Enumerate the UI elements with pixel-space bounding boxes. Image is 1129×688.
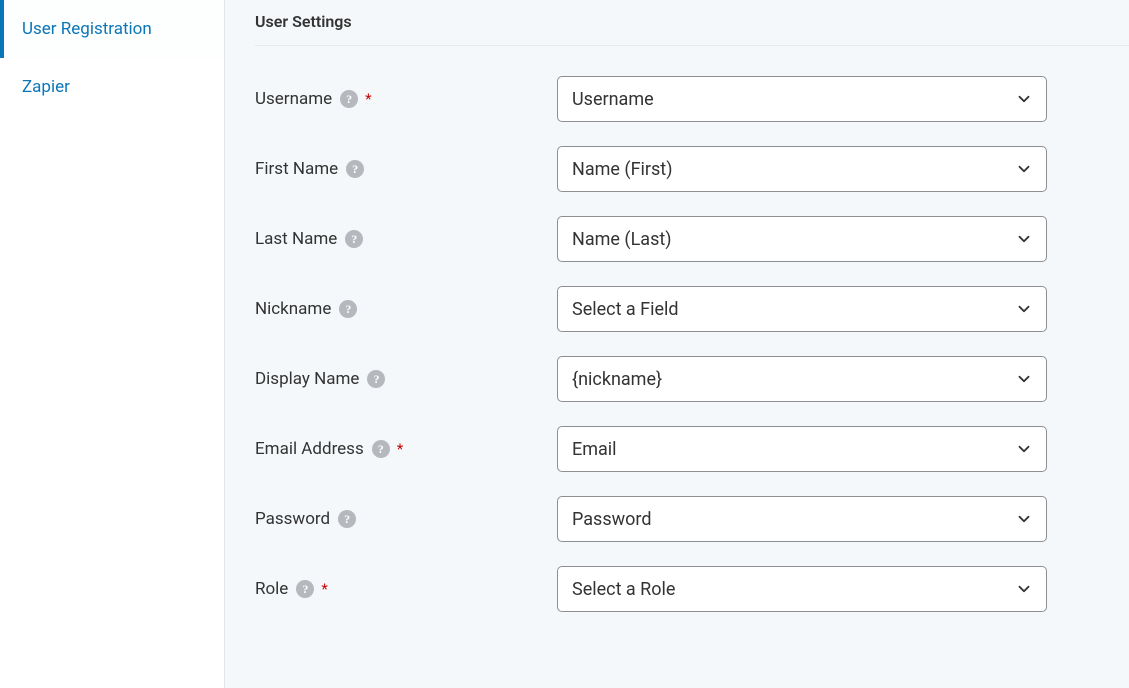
select-value: {nickname} [572, 369, 662, 390]
required-asterisk: * [321, 580, 327, 598]
field-label: Last Name [255, 229, 337, 249]
sidebar-item-label: User Registration [22, 19, 152, 39]
field-row-display-name: Display Name ? {nickname} [255, 356, 1129, 402]
section-title: User Settings [255, 10, 1129, 46]
select-value: Name (First) [572, 159, 672, 180]
help-icon[interactable]: ? [367, 370, 385, 388]
field-label: Password [255, 509, 330, 529]
help-icon[interactable]: ? [346, 160, 364, 178]
select-password[interactable]: Password [557, 496, 1047, 542]
select-email-address[interactable]: Email [557, 426, 1047, 472]
required-asterisk: * [397, 440, 403, 458]
select-box: Select a Role [557, 566, 1047, 612]
field-row-last-name: Last Name ? Name (Last) [255, 216, 1129, 262]
help-icon[interactable]: ? [372, 440, 390, 458]
field-label-wrap: Display Name ? [255, 369, 557, 389]
field-label: Email Address [255, 439, 364, 459]
field-label-wrap: Role ? * [255, 579, 557, 599]
field-label: Username [255, 89, 332, 109]
select-first-name[interactable]: Name (First) [557, 146, 1047, 192]
select-value: Select a Role [572, 579, 675, 600]
field-label-wrap: Last Name ? [255, 229, 557, 249]
sidebar-item-label: Zapier [22, 77, 70, 97]
help-icon[interactable]: ? [296, 580, 314, 598]
app-layout: User Registration Zapier User Settings U… [0, 0, 1129, 688]
sidebar-item-zapier[interactable]: Zapier [0, 58, 224, 116]
select-display-name[interactable]: {nickname} [557, 356, 1047, 402]
select-last-name[interactable]: Name (Last) [557, 216, 1047, 262]
select-value: Name (Last) [572, 229, 672, 250]
field-row-nickname: Nickname ? Select a Field [255, 286, 1129, 332]
select-box: Name (Last) [557, 216, 1047, 262]
field-label-wrap: First Name ? [255, 159, 557, 179]
help-icon[interactable]: ? [345, 230, 363, 248]
select-box: {nickname} [557, 356, 1047, 402]
field-label-wrap: Email Address ? * [255, 439, 557, 459]
select-box: Select a Field [557, 286, 1047, 332]
field-row-role: Role ? * Select a Role [255, 566, 1129, 612]
select-box: Password [557, 496, 1047, 542]
field-label: Nickname [255, 299, 331, 319]
field-label-wrap: Password ? [255, 509, 557, 529]
help-icon[interactable]: ? [339, 300, 357, 318]
help-icon[interactable]: ? [340, 90, 358, 108]
field-row-first-name: First Name ? Name (First) [255, 146, 1129, 192]
select-value: Username [572, 89, 654, 110]
select-username[interactable]: Username [557, 76, 1047, 122]
select-nickname[interactable]: Select a Field [557, 286, 1047, 332]
required-asterisk: * [365, 90, 371, 108]
help-icon[interactable]: ? [338, 510, 356, 528]
select-value: Select a Field [572, 299, 679, 320]
select-box: Username [557, 76, 1047, 122]
field-label: Role [255, 579, 288, 599]
select-role[interactable]: Select a Role [557, 566, 1047, 612]
select-box: Email [557, 426, 1047, 472]
field-label: Display Name [255, 369, 359, 389]
select-value: Email [572, 439, 617, 460]
sidebar: User Registration Zapier [0, 0, 225, 688]
field-label: First Name [255, 159, 338, 179]
field-row-password: Password ? Password [255, 496, 1129, 542]
field-row-username: Username ? * Username [255, 76, 1129, 122]
sidebar-item-user-registration[interactable]: User Registration [0, 0, 224, 58]
select-box: Name (First) [557, 146, 1047, 192]
field-label-wrap: Username ? * [255, 89, 557, 109]
field-row-email-address: Email Address ? * Email [255, 426, 1129, 472]
field-label-wrap: Nickname ? [255, 299, 557, 319]
main-content: User Settings Username ? * Username Firs… [225, 0, 1129, 688]
select-value: Password [572, 509, 652, 530]
